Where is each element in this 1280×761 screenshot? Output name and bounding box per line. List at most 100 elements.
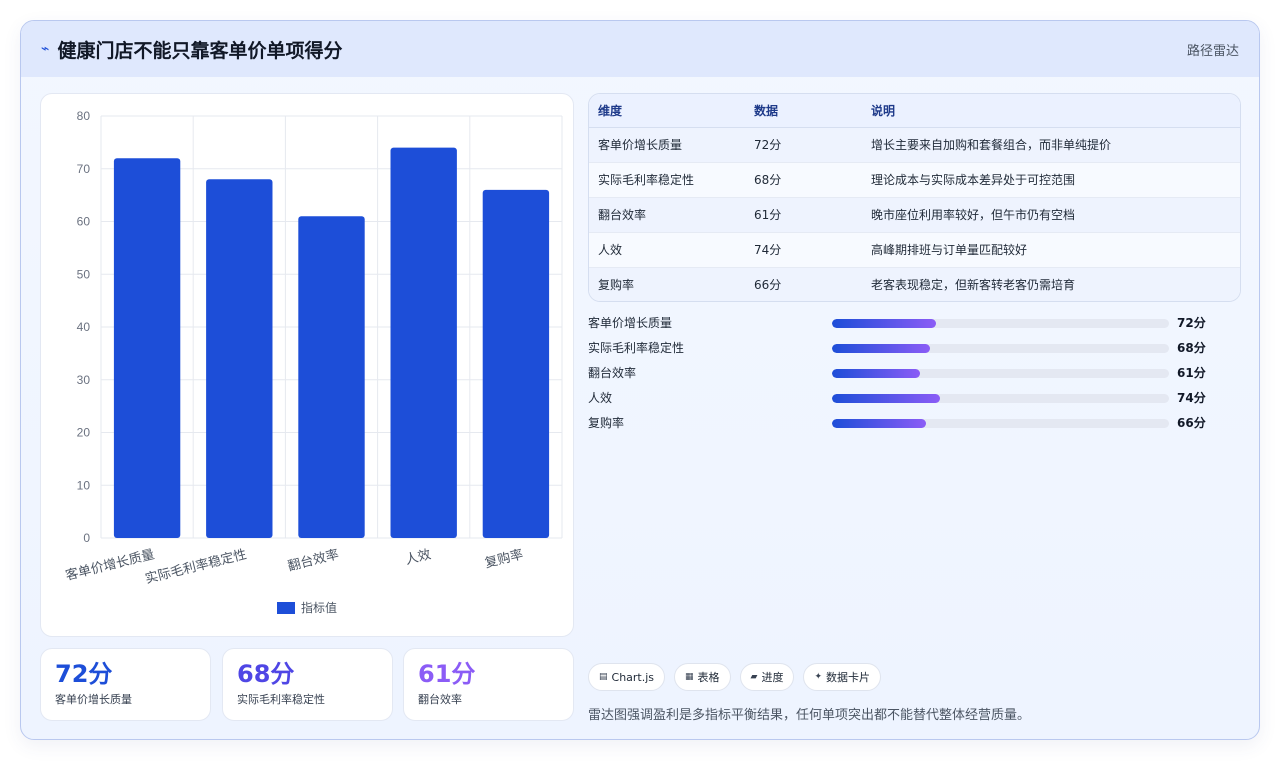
footnote: 雷达图强调盈利是多指标平衡结果，任何单项突出都不能替代整体经营质量。 — [588, 708, 1031, 723]
table-cell: 翻台效率 — [589, 196, 745, 232]
stat-label: 客单价增长质量 — [55, 693, 132, 706]
table-cell: 高峰期排班与订单量匹配较好 — [862, 231, 1240, 267]
progress-label: 客单价增长质量 — [588, 316, 673, 330]
progress-fill — [832, 419, 927, 428]
dashboard-card: ⌁ 健康门店不能只靠客单价单项得分 路径雷达 0 10 20 30 40 50 60 70 80… — [20, 20, 1260, 740]
grid-icon: ▤ — [599, 672, 608, 682]
progress-fill — [832, 344, 930, 353]
stat-card-3: 61分 翻台效率 — [403, 648, 574, 721]
progress-row: 客单价增长质量 72分 — [588, 311, 1241, 336]
progress-label: 实际毛利率稳定性 — [588, 341, 685, 355]
chip-label: Chart.js — [611, 670, 655, 684]
x-tick-label: 客单价增长质量 — [64, 546, 156, 584]
chip-label: 表格 — [697, 671, 720, 684]
x-tick-label: 人效 — [404, 547, 433, 568]
table-cell: 66分 — [745, 266, 862, 301]
y-tick-label: 10 — [77, 478, 91, 492]
progress-label: 复购率 — [588, 416, 625, 430]
legend-swatch — [277, 602, 295, 614]
table-row: 复购率 66分 老客表现稳定，但新客转老客仍需培育 — [589, 266, 1240, 301]
progress-value: 68分 — [1177, 341, 1206, 355]
progress-label: 人效 — [588, 391, 613, 405]
table-header-row: 维度 数据 说明 — [589, 94, 1240, 128]
y-tick-label: 70 — [77, 162, 91, 176]
bar — [390, 147, 457, 538]
y-tick-label: 60 — [77, 215, 91, 229]
table-cell: 客单价增长质量 — [589, 126, 745, 162]
table-cell: 74分 — [745, 231, 862, 267]
table-cell: 61分 — [745, 196, 862, 232]
y-tick-label: 50 — [77, 267, 91, 281]
progress-row: 实际毛利率稳定性 68分 — [588, 336, 1241, 361]
x-tick-label: 翻台效率 — [286, 546, 340, 574]
table-cell: 老客表现稳定，但新客转老客仍需培育 — [862, 266, 1240, 301]
chip-label: 进度 — [761, 671, 784, 684]
progress-fill — [832, 394, 940, 403]
stat-card-1: 72分 客单价增长质量 — [40, 648, 211, 721]
bar — [298, 216, 365, 538]
metrics-table: 维度 数据 说明 客单价增长质量 72分 增长主要来自加购和套餐组合，而非单纯提… — [588, 93, 1241, 302]
progress-fill — [832, 319, 937, 328]
table-cell: 理论成本与实际成本差异处于可控范围 — [862, 161, 1240, 197]
table-cell: 68分 — [745, 161, 862, 197]
table-row: 客单价增长质量 72分 增长主要来自加购和套餐组合，而非单纯提价 — [589, 126, 1240, 162]
progress-row: 翻台效率 61分 — [588, 361, 1241, 386]
stat-card-2: 68分 实际毛利率稳定性 — [222, 648, 393, 721]
progress-value: 61分 — [1177, 366, 1206, 380]
card-header: ⌁ 健康门店不能只靠客单价单项得分 路径雷达 — [21, 21, 1259, 77]
table-row: 人效 74分 高峰期排班与订单量匹配较好 — [589, 231, 1240, 267]
progress-track — [832, 369, 1169, 378]
y-tick-label: 80 — [77, 109, 91, 123]
chip-data-card[interactable]: ✦ 数据卡片 — [803, 663, 882, 691]
table-row: 实际毛利率稳定性 68分 理论成本与实际成本差异处于可控范围 — [589, 161, 1240, 197]
chip-label: 数据卡片 — [826, 671, 871, 684]
table-cell: 人效 — [589, 231, 745, 267]
progress-list: 客单价增长质量 72分 实际毛利率稳定性 68分 翻台效率 61分 人效 74分… — [588, 311, 1241, 436]
bar — [482, 189, 550, 538]
bar — [113, 158, 181, 538]
y-tick-label: 40 — [77, 320, 91, 334]
y-tick-label: 30 — [77, 373, 91, 387]
progress-fill — [832, 369, 920, 378]
progress-icon: ▰ — [750, 672, 758, 682]
y-tick-label: 0 — [83, 531, 90, 545]
progress-value: 72分 — [1177, 316, 1206, 330]
sparkle-icon: ✦ — [814, 672, 823, 682]
progress-label: 翻台效率 — [588, 366, 637, 380]
table-icon: ▦ — [685, 672, 694, 682]
bar-chart-panel: 0 10 20 30 40 50 60 70 80 客单价增长质量 实际毛利率稳定性 翻台效率 人效 复购… — [40, 93, 574, 637]
chip-table[interactable]: ▦ 表格 — [674, 663, 731, 691]
x-tick-label: 实际毛利率稳定性 — [143, 546, 248, 587]
table-cell: 72分 — [745, 126, 862, 162]
stat-value: 61分 — [418, 660, 476, 688]
chip-progress[interactable]: ▰ 进度 — [739, 663, 795, 691]
table-cell: 实际毛利率稳定性 — [589, 161, 745, 197]
progress-row: 复购率 66分 — [588, 411, 1241, 436]
x-tick-label: 复购率 — [483, 546, 525, 571]
progress-row: 人效 74分 — [588, 386, 1241, 411]
legend-label: 指标值 — [301, 600, 337, 615]
table-header: 维度 — [589, 94, 745, 128]
bar — [206, 179, 273, 539]
chip-chartjs[interactable]: ▤ Chart.js — [588, 663, 666, 691]
progress-track — [832, 419, 1169, 428]
table-cell: 复购率 — [589, 266, 745, 301]
progress-value: 74分 — [1177, 391, 1206, 405]
progress-value: 66分 — [1177, 416, 1206, 430]
table-header: 说明 — [862, 94, 1240, 128]
chip-row: ▤ Chart.js ▦ 表格 ▰ 进度 ✦ 数据卡片 — [588, 663, 882, 691]
stat-label: 翻台效率 — [418, 693, 462, 706]
progress-track — [832, 344, 1169, 353]
pulse-icon: ⌁ — [41, 41, 50, 57]
table-row: 翻台效率 61分 晚市座位利用率较好，但午市仍有空档 — [589, 196, 1240, 232]
bar-chart: 0 10 20 30 40 50 60 70 80 客单价增长质量实际毛利率稳定性 翻台效率 人效 复购… — [64, 109, 563, 615]
table-cell: 晚市座位利用率较好，但午市仍有空档 — [862, 196, 1240, 232]
stat-value: 72分 — [55, 660, 113, 688]
y-tick-label: 20 — [77, 426, 91, 440]
stat-value: 68分 — [237, 660, 295, 688]
table-header: 数据 — [745, 94, 862, 128]
page-title: 健康门店不能只靠客单价单项得分 — [57, 39, 343, 62]
progress-track — [832, 394, 1169, 403]
header-tag: 路径雷达 — [1186, 43, 1239, 59]
table-cell: 增长主要来自加购和套餐组合，而非单纯提价 — [862, 126, 1240, 162]
